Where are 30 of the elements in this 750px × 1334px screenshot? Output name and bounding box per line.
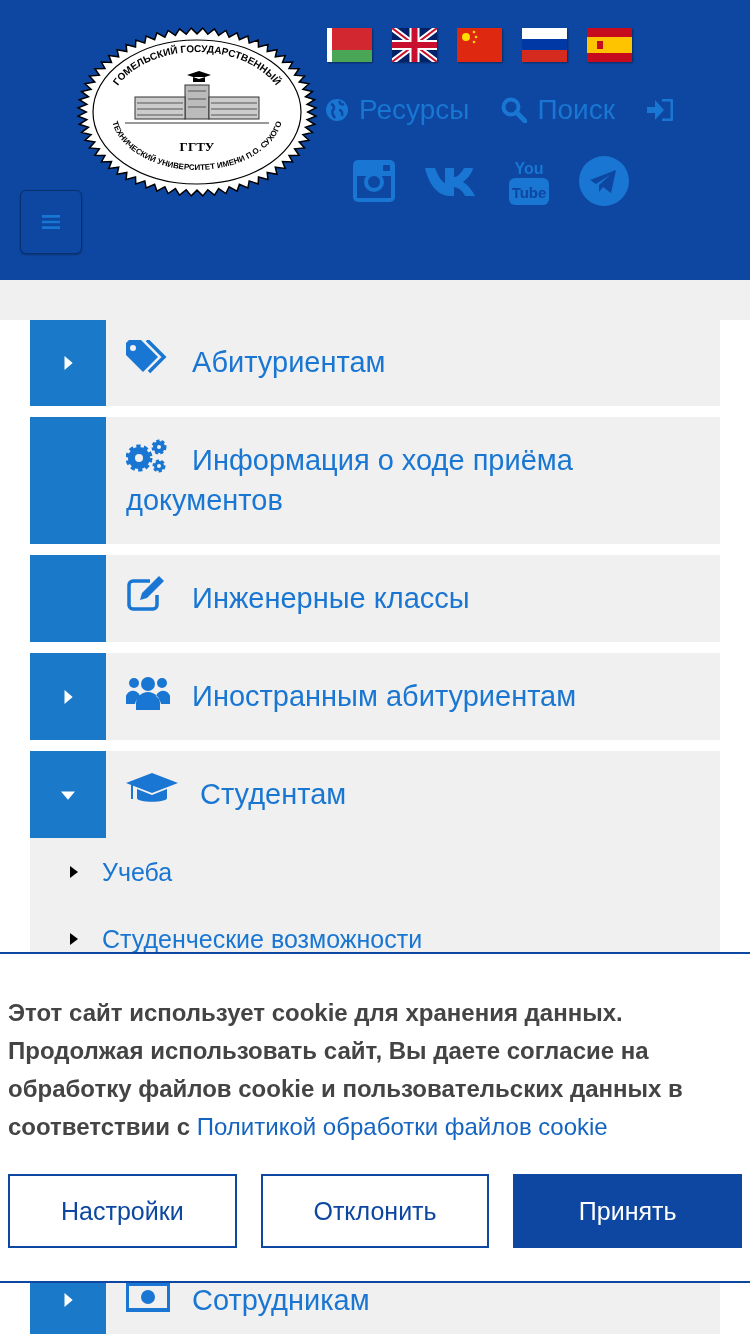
flag-icon[interactable] <box>522 28 567 62</box>
login-icon <box>647 99 673 121</box>
cookie-button[interactable]: Отклонить <box>260 1174 490 1248</box>
instagram-icon[interactable] <box>353 160 395 202</box>
menu-item[interactable]: Иностранным абитуриентам <box>106 653 720 740</box>
menu-icon <box>42 214 60 230</box>
expand-toggle[interactable] <box>30 320 106 406</box>
cookie-button[interactable]: Настройки <box>8 1174 237 1248</box>
expand-toggle[interactable] <box>30 653 106 740</box>
cookie-policy-link[interactable]: Политикой обработки файлов cookie <box>196 1113 608 1140</box>
login-link[interactable] <box>647 99 673 121</box>
menu-button[interactable] <box>20 190 82 254</box>
search-icon <box>501 97 528 123</box>
submenu-item[interactable]: Студенческие возможности <box>30 923 423 955</box>
expand-toggle[interactable] <box>30 555 106 642</box>
users-icon <box>126 674 170 710</box>
bullet-icon <box>70 933 78 945</box>
telegram-icon[interactable] <box>579 156 629 206</box>
cookie-message: Этот сайт использует cookie для хранения данных. Продолжая использовать сайт, Вы даете согласие на обработку файлов cookie и пользовательских данных в соответствии с Политикой обработки файлов cookie <box>8 998 684 1142</box>
expand-toggle[interactable] <box>30 751 106 838</box>
menu-item[interactable]: Информация о ходе приёма документов <box>106 417 720 544</box>
submenu-item[interactable]: Учеба <box>30 856 173 888</box>
menu-item[interactable]: Студентам <box>106 751 720 838</box>
accept-button[interactable]: Принять <box>513 1174 742 1248</box>
menu-item[interactable]: Абитуриентам <box>106 320 720 406</box>
flag-icon[interactable] <box>392 28 437 62</box>
menu-item[interactable]: Инженерные классы <box>106 555 720 642</box>
expand-toggle[interactable] <box>30 417 106 544</box>
bullet-icon <box>70 866 78 878</box>
globe-icon <box>325 98 349 122</box>
